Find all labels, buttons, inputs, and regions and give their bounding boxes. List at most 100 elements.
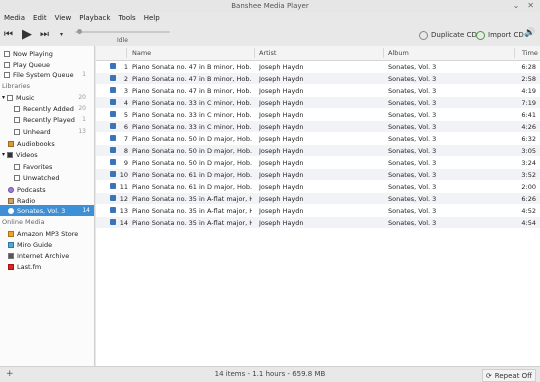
- column-album[interactable]: Album: [388, 49, 409, 57]
- table-row[interactable]: 10 Piano Sonata no. 61 in D major, Hob. X…: [96, 169, 540, 180]
- table-row[interactable]: 3 Piano Sonata no. 47 in B minor, Hob. XV…: [96, 85, 540, 96]
- close-icon[interactable]: ✕: [527, 1, 534, 10]
- play-icon[interactable]: ▶: [22, 27, 32, 42]
- expander-icon[interactable]: ▾: [2, 151, 5, 158]
- track-artist: Joseph Haydn: [259, 135, 304, 143]
- item-count: 20: [78, 105, 86, 112]
- sidebar-item-miro-guide[interactable]: Miro Guide: [8, 240, 52, 249]
- table-row[interactable]: 9 Piano Sonata no. 50 in D major, Hob. XV…: [96, 157, 540, 168]
- track-name: Piano Sonata no. 33 in C minor, Hob. XVI…: [132, 111, 252, 119]
- table-row[interactable]: 13 Piano Sonata no. 35 in A-flat major, H…: [96, 205, 540, 216]
- playback-status: Idle: [117, 37, 128, 44]
- sidebar-item-unwatched[interactable]: Unwatched: [14, 173, 60, 182]
- table-row[interactable]: 12 Piano Sonata no. 35 in A-flat major, H…: [96, 193, 540, 204]
- checkbox-icon[interactable]: [110, 171, 116, 177]
- track-number: 13: [119, 207, 128, 215]
- checkbox-icon[interactable]: [110, 111, 116, 117]
- window-title: Banshee Media Player: [231, 2, 309, 10]
- table-row[interactable]: 7 Piano Sonata no. 50 in D major, Hob. XV…: [96, 133, 540, 144]
- sidebar-item-radio[interactable]: Radio: [8, 196, 35, 205]
- menu-media[interactable]: Media: [0, 14, 29, 22]
- duplicate-cd-label: Duplicate CD: [431, 31, 477, 39]
- sidebar-item-music[interactable]: ▾ Music 20: [2, 93, 90, 102]
- sidebar-item-unheard[interactable]: Unheard 13: [14, 127, 90, 136]
- cd-icon: [8, 207, 14, 214]
- checkbox-icon[interactable]: [110, 147, 116, 153]
- sidebar-item-sonates-vol-3[interactable]: Sonates, Vol. 3 14: [0, 205, 94, 216]
- sidebar-item-videos[interactable]: ▾ Videos: [2, 150, 38, 159]
- column-name[interactable]: Name: [132, 49, 151, 57]
- track-number: 7: [123, 135, 128, 143]
- checkbox-icon[interactable]: [110, 207, 116, 213]
- sidebar-item-favorites[interactable]: Favorites: [14, 162, 52, 171]
- track-artist: Joseph Haydn: [259, 111, 304, 119]
- duplicate-cd-button[interactable]: Duplicate CD: [419, 28, 477, 42]
- track-album: Sonates, Vol. 3: [388, 123, 437, 131]
- track-time: 7:19: [521, 99, 536, 107]
- table-row[interactable]: 8 Piano Sonata no. 50 in D major, Hob. XV…: [96, 145, 540, 156]
- expander-icon[interactable]: ▾: [2, 94, 5, 101]
- sidebar-item-internet-archive[interactable]: Internet Archive: [8, 251, 69, 260]
- table-row[interactable]: 1 Piano Sonata no. 47 in B minor, Hob. XV…: [96, 61, 540, 72]
- sidebar-item-recently-added[interactable]: Recently Added 20: [14, 104, 90, 113]
- checkbox-icon[interactable]: [110, 75, 116, 81]
- sidebar-item-play-queue[interactable]: Play Queue: [4, 60, 50, 69]
- seek-slider[interactable]: [75, 31, 170, 33]
- miro-icon: [8, 241, 14, 248]
- chevron-down-icon[interactable]: ▾: [60, 31, 63, 38]
- sidebar-item-now-playing[interactable]: Now Playing: [4, 49, 53, 58]
- lastfm-icon: [8, 263, 14, 270]
- checkbox-icon[interactable]: [110, 195, 116, 201]
- track-time: 2:58: [521, 75, 536, 83]
- seek-handle[interactable]: [77, 29, 82, 34]
- table-row[interactable]: 6 Piano Sonata no. 33 in C minor, Hob. XV…: [96, 121, 540, 132]
- repeat-button[interactable]: ⟳ Repeat Off: [481, 369, 536, 382]
- track-time: 6:32: [521, 135, 536, 143]
- sidebar-item-lastfm[interactable]: Last.fm: [8, 262, 41, 271]
- track-list: Name Artist Album Time 1 Piano Sonata no.…: [96, 46, 540, 366]
- track-artist: Joseph Haydn: [259, 219, 304, 227]
- sidebar-item-label: Sonates, Vol. 3: [17, 206, 66, 215]
- track-artist: Joseph Haydn: [259, 147, 304, 155]
- sidebar-item-amazon-mp3-store[interactable]: Amazon MP3 Store: [8, 229, 78, 238]
- checkbox-icon[interactable]: [110, 219, 116, 225]
- sidebar-item-recently-played[interactable]: Recently Played 1: [14, 115, 90, 124]
- table-row[interactable]: 5 Piano Sonata no. 33 in C minor, Hob. XV…: [96, 109, 540, 120]
- track-time: 4:52: [521, 207, 536, 215]
- sidebar-item-file-system-queue[interactable]: File System Queue 1: [4, 70, 90, 79]
- checkbox-icon[interactable]: [110, 63, 116, 69]
- checkbox-icon[interactable]: [110, 183, 116, 189]
- column-divider: [383, 48, 384, 58]
- radio-icon: [8, 197, 14, 204]
- menu-tools[interactable]: Tools: [114, 14, 139, 22]
- column-time[interactable]: Time: [522, 49, 538, 57]
- track-time: 4:26: [521, 123, 536, 131]
- next-icon[interactable]: ⏭: [40, 29, 49, 40]
- sidebar-item-label: Unheard: [23, 127, 51, 136]
- playlist-icon: [14, 174, 20, 181]
- checkbox-icon[interactable]: [110, 123, 116, 129]
- minimize-icon[interactable]: ⌄: [513, 1, 520, 10]
- volume-icon[interactable]: 🔊: [524, 28, 535, 38]
- checkbox-icon[interactable]: [110, 87, 116, 93]
- menu-help[interactable]: Help: [140, 14, 164, 22]
- sidebar-item-label: Amazon MP3 Store: [17, 229, 79, 238]
- menu-playback[interactable]: Playback: [75, 14, 114, 22]
- playlist-icon: [14, 105, 20, 112]
- sidebar-item-podcasts[interactable]: Podcasts: [8, 185, 46, 194]
- sidebar-item-label: Unwatched: [23, 173, 60, 182]
- checkbox-icon[interactable]: [110, 159, 116, 165]
- checkbox-icon[interactable]: [110, 135, 116, 141]
- import-cd-button[interactable]: Import CD: [476, 28, 524, 42]
- column-artist[interactable]: Artist: [259, 49, 276, 57]
- table-row[interactable]: 4 Piano Sonata no. 33 in C minor, Hob. XV…: [96, 97, 540, 108]
- table-row[interactable]: 11 Piano Sonata no. 61 in D major, Hob. X…: [96, 181, 540, 192]
- sidebar-item-audiobooks[interactable]: Audiobooks: [8, 139, 55, 148]
- menu-edit[interactable]: Edit: [29, 14, 51, 22]
- track-artist: Joseph Haydn: [259, 87, 304, 95]
- menu-view[interactable]: View: [51, 14, 76, 22]
- checkbox-icon[interactable]: [110, 99, 116, 105]
- table-row[interactable]: 2 Piano Sonata no. 47 in B minor, Hob. XV…: [96, 73, 540, 84]
- previous-icon[interactable]: ⏮: [4, 29, 13, 40]
- table-row[interactable]: 14 Piano Sonata no. 35 in A-flat major, H…: [96, 217, 540, 228]
